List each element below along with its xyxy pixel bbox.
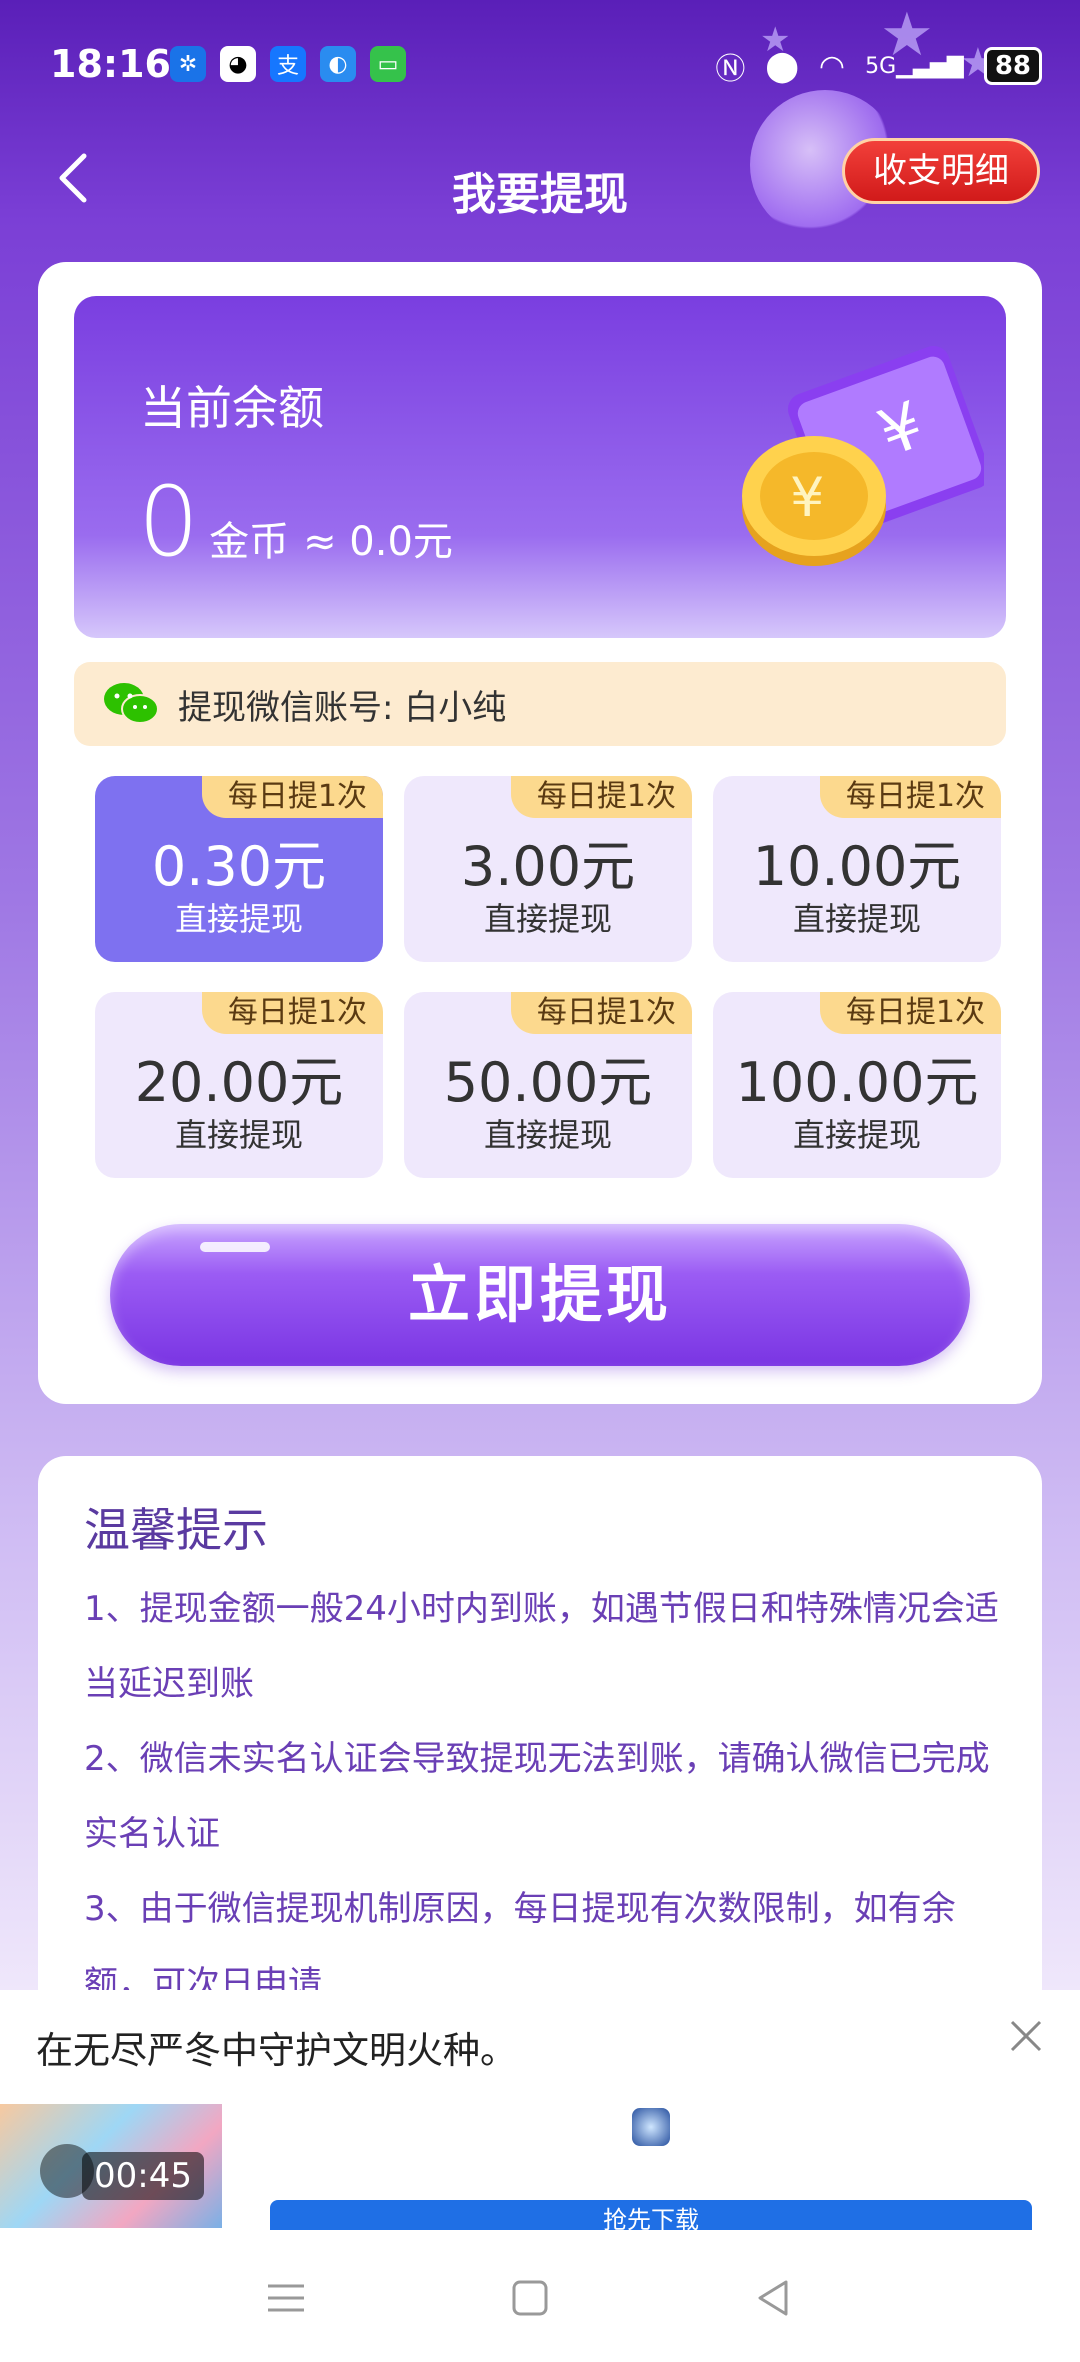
system-nav-bar — [0, 2230, 1080, 2362]
option-amount: 50.00元 — [443, 1051, 653, 1114]
balance-approx: ≈ 0.0元 — [303, 519, 453, 565]
tips-title: 温馨提示 — [84, 1503, 268, 1557]
wifi-icon: ◠ — [818, 48, 846, 84]
balance-row: 0 金币 ≈ 0.0元 — [138, 466, 453, 578]
signal-icon: 5G▁▃▅▇ — [865, 53, 964, 79]
withdraw-now-label: 立即提现 — [407, 1258, 672, 1331]
transaction-detail-button[interactable]: 收支明细 — [842, 138, 1040, 204]
daily-limit-tag: 每日提1次 — [510, 776, 692, 818]
amount-option[interactable]: 每日提1次 50.00元 直接提现 — [404, 992, 692, 1178]
ad-video-thumbnail[interactable]: 00:45 — [0, 2104, 222, 2228]
daily-limit-tag: 每日提1次 — [819, 776, 1001, 818]
option-desc: 直接提现 — [792, 900, 921, 938]
notification-icons: ✲ ◕ 支 ◐ ▭ — [170, 46, 406, 82]
amount-option[interactable]: 每日提1次 100.00元 直接提现 — [713, 992, 1001, 1178]
ad-title[interactable]: 在无尽严冬中守护文明火种。 — [36, 2020, 517, 2074]
qq-app-icon: ◕ — [220, 46, 256, 82]
svg-text:¥: ¥ — [790, 466, 824, 529]
status-indicators: Ⓝ ⬤ ◠ 5G▁▃▅▇ 88 — [715, 44, 1042, 88]
tip-item: 1、提现金额一般24小时内到账，如遇节假日和特殊情况会适当延迟到账 — [84, 1589, 999, 1704]
status-bar: 18:16 ✲ ◕ 支 ◐ ▭ Ⓝ ⬤ ◠ 5G▁▃▅▇ 88 — [0, 0, 1080, 130]
status-time: 18:16 — [50, 42, 171, 86]
option-desc: 直接提现 — [483, 1116, 612, 1154]
withdraw-now-button[interactable]: 立即提现 — [110, 1224, 970, 1366]
daily-limit-tag: 每日提1次 — [201, 992, 383, 1034]
menu-icon[interactable] — [262, 2274, 310, 2322]
back-triangle-icon[interactable] — [750, 2274, 798, 2322]
option-desc: 直接提现 — [792, 1116, 921, 1154]
option-desc: 直接提现 — [483, 900, 612, 938]
option-amount: 3.00元 — [460, 835, 636, 898]
message-app-icon: ▭ — [370, 46, 406, 82]
amount-option[interactable]: 每日提1次 0.30元 直接提现 — [95, 776, 383, 962]
option-amount: 20.00元 — [134, 1051, 344, 1114]
alipay-app-icon: 支 — [270, 46, 306, 82]
balance-label: 当前余额 — [140, 381, 324, 435]
ad-app-icon — [632, 2108, 670, 2146]
daily-limit-tag: 每日提1次 — [201, 776, 383, 818]
tips-card: 温馨提示 1、提现金额一般24小时内到账，如遇节假日和特殊情况会适当延迟到账 2… — [38, 1456, 1042, 2016]
ad-panel: 在无尽严冬中守护文明火种。 00:45 抢先下载 — [0, 1990, 1080, 2240]
pinwheel-app-icon: ✲ — [170, 46, 206, 82]
coin-ticket-icon: ¥ ¥ — [742, 346, 984, 566]
daily-limit-tag: 每日提1次 — [510, 992, 692, 1034]
button-shine — [200, 1242, 270, 1252]
balance-unit: 金币 — [209, 519, 290, 565]
wechat-account-bar: 提现微信账号: 白小纯 — [74, 662, 1006, 746]
location-icon: ⬤ — [765, 48, 799, 84]
balance-value: 0 — [138, 466, 200, 578]
close-icon[interactable] — [1002, 2012, 1050, 2060]
page-header: 我要提现 收支明细 — [0, 130, 1080, 240]
option-amount: 100.00元 — [735, 1051, 979, 1114]
daily-limit-tag: 每日提1次 — [819, 992, 1001, 1034]
option-amount: 0.30元 — [151, 835, 327, 898]
battery-indicator: 88 — [983, 47, 1042, 85]
option-desc: 直接提现 — [174, 900, 303, 938]
option-desc: 直接提现 — [174, 1116, 303, 1154]
home-icon[interactable] — [506, 2274, 554, 2322]
amount-option[interactable]: 每日提1次 3.00元 直接提现 — [404, 776, 692, 962]
wechat-account-text: 提现微信账号: 白小纯 — [178, 687, 507, 728]
wechat-icon — [104, 683, 159, 724]
amount-option[interactable]: 每日提1次 10.00元 直接提现 — [713, 776, 1001, 962]
nfc-icon: Ⓝ — [715, 52, 746, 87]
amount-option[interactable]: 每日提1次 20.00元 直接提现 — [95, 992, 383, 1178]
tip-item: 2、微信未实名认证会导致提现无法到账，请确认微信已完成实名认证 — [84, 1739, 990, 1854]
withdraw-card: 当前余额 0 金币 ≈ 0.0元 ¥ ¥ 提现微信账号: 白小纯 每日提1次 0… — [38, 262, 1042, 1404]
browser-app-icon: ◐ — [320, 46, 356, 82]
option-amount: 10.00元 — [752, 835, 962, 898]
balance-panel: 当前余额 0 金币 ≈ 0.0元 ¥ ¥ — [74, 296, 1006, 638]
ad-timer: 00:45 — [82, 2152, 204, 2200]
